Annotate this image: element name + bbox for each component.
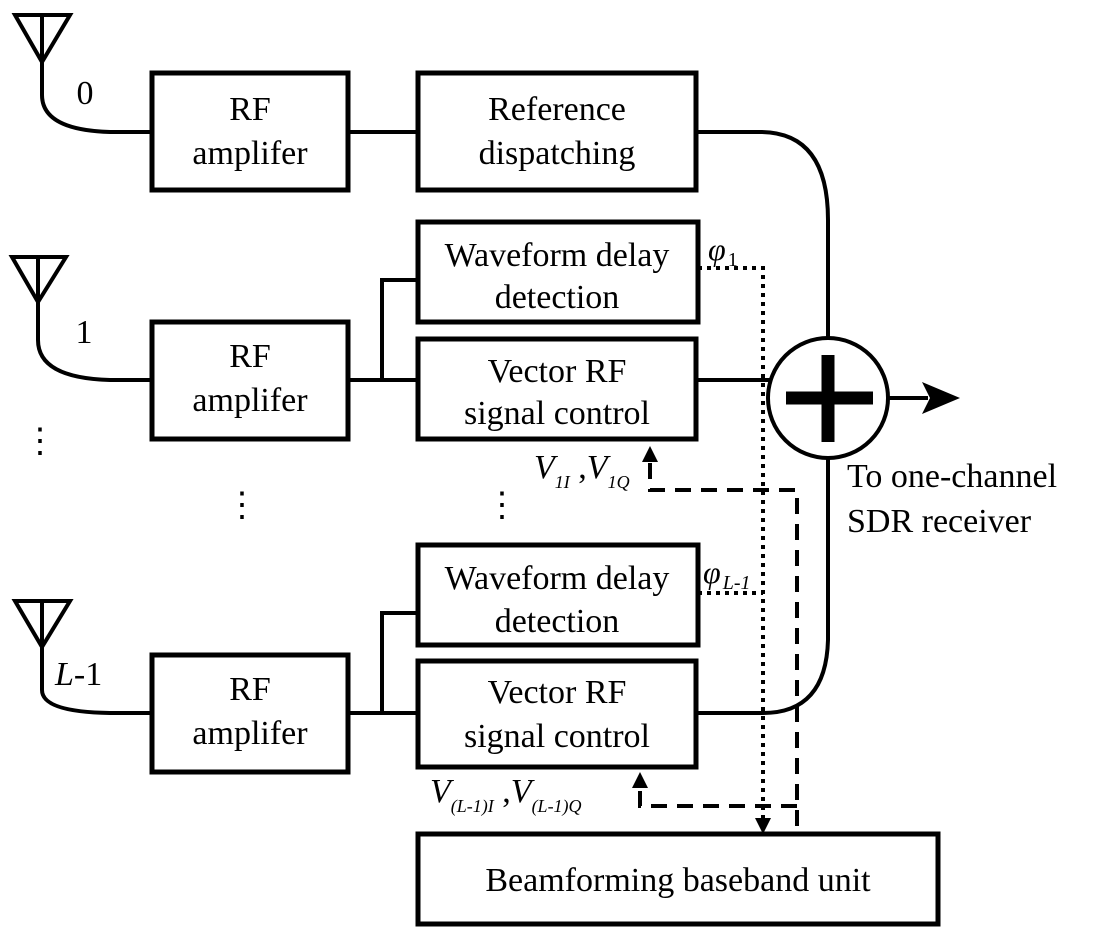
wire-rf1-split xyxy=(348,278,418,382)
phase-label-1: φ1 xyxy=(708,231,738,271)
arrowhead-icon xyxy=(642,446,658,462)
phase-label-l-minus-1: φ L-1 xyxy=(703,554,751,594)
antenna-feed-line xyxy=(40,62,150,134)
rf-amplifier-1: RF amplifer xyxy=(149,319,351,442)
waveform-delay-line2: detection xyxy=(495,603,620,640)
antenna-0-label: 0 xyxy=(77,75,94,112)
reference-dispatching-block: Reference dispatching xyxy=(415,70,699,193)
antenna-icon xyxy=(11,13,74,66)
rf-amplifier-line2: amplifer xyxy=(192,382,308,419)
control-label-1: V1I ,V1Q xyxy=(534,449,630,492)
antenna-l-minus-1-label: L-1 xyxy=(54,656,102,693)
vector-rf-line2: signal control xyxy=(464,395,650,432)
vector-rf-line1: Vector RF xyxy=(488,353,627,390)
antenna-icon xyxy=(11,599,74,651)
phase-signal-line-1 xyxy=(698,266,765,826)
output-label-line1: To one-channel xyxy=(847,458,1057,495)
beamforming-baseband-unit: Beamforming baseband unit xyxy=(415,831,941,927)
ellipsis-blocks: ⋮ xyxy=(485,487,519,524)
antenna-1: 1 xyxy=(8,255,150,382)
ellipsis-antennas: ⋮ xyxy=(23,423,57,460)
vector-rf-line2: signal control xyxy=(464,718,650,755)
antenna-0: 0 xyxy=(11,13,150,134)
control-label-l-minus-1: V(L-1)I ,V(L-1)Q xyxy=(430,773,582,817)
waveform-delay-line1: Waveform delay xyxy=(445,237,670,274)
control-signal-line-l-minus-1 xyxy=(638,786,797,808)
beamforming-block-diagram: 0 RF amplifer Reference dispatching 1 RF… xyxy=(8,13,1057,927)
waveform-delay-line1: Waveform delay xyxy=(445,560,670,597)
waveform-delay-detection-l-minus-1: Waveform delay detection xyxy=(415,542,701,648)
antenna-1-label: 1 xyxy=(76,314,93,351)
rf-amplifier-line2: amplifer xyxy=(192,135,308,172)
ellipsis-amplifiers: ⋮ xyxy=(225,487,259,524)
summer-node xyxy=(766,336,890,460)
vector-rf-signal-control-1: Vector RF signal control xyxy=(415,336,699,442)
vector-rf-signal-control-l-minus-1: Vector RF signal control xyxy=(415,658,699,770)
rf-amplifier-line1: RF xyxy=(229,338,271,375)
arrowhead-icon xyxy=(632,772,648,788)
rf-amplifier-line1: RF xyxy=(229,671,271,708)
antenna-l-minus-1: L-1 xyxy=(11,599,150,715)
vector-rf-line1: Vector RF xyxy=(488,674,627,711)
beamforming-label: Beamforming baseband unit xyxy=(485,862,871,899)
reference-dispatching-line1: Reference xyxy=(488,91,626,128)
rf-amplifier-line1: RF xyxy=(229,91,271,128)
rf-amplifier-line2: amplifer xyxy=(192,715,308,752)
antenna-feed-line xyxy=(36,302,150,382)
rf-amplifier-0: RF amplifer xyxy=(149,70,351,193)
wire-rfl-split xyxy=(348,611,418,715)
rf-amplifier-l-minus-1: RF amplifer xyxy=(149,652,351,775)
waveform-delay-line2: detection xyxy=(495,279,620,316)
output-label-line2: SDR receiver xyxy=(847,503,1032,540)
antenna-icon xyxy=(8,255,70,306)
reference-dispatching-line2: dispatching xyxy=(479,135,636,172)
waveform-delay-detection-1: Waveform delay detection xyxy=(415,219,701,325)
